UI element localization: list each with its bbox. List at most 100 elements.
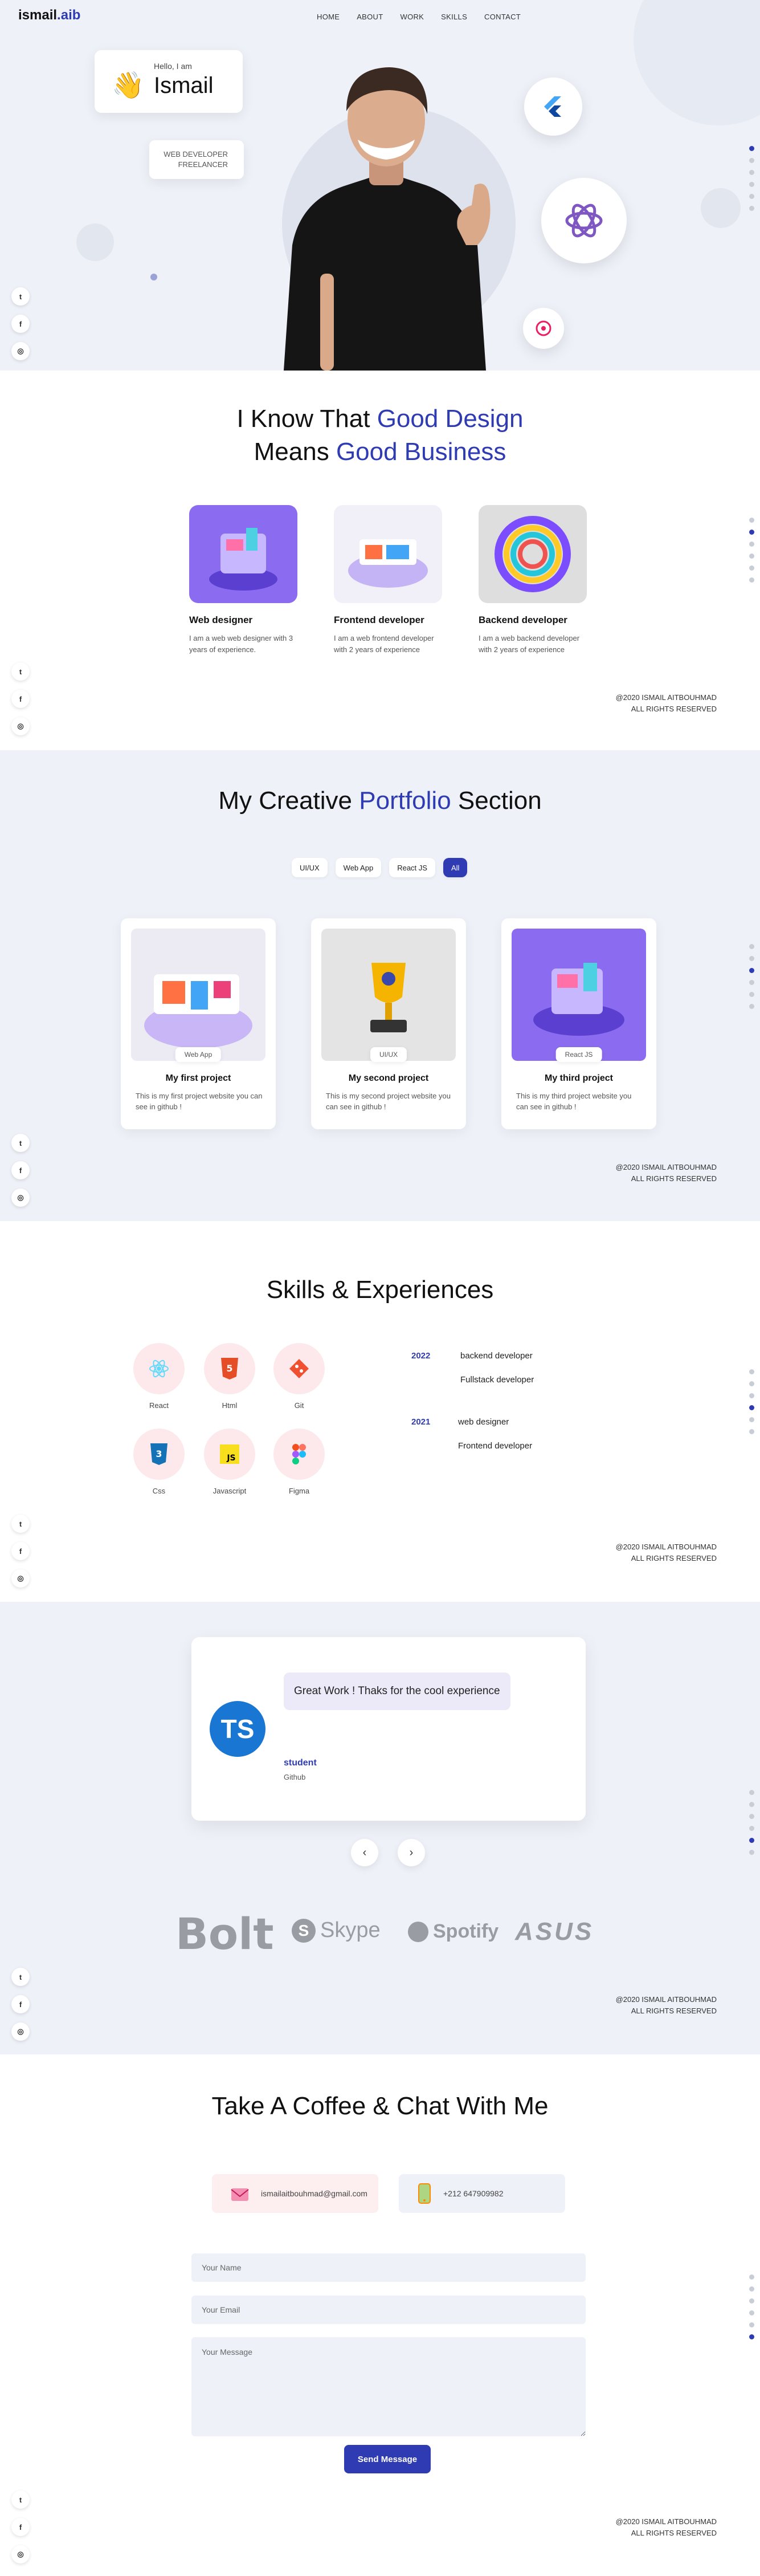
nav-dot[interactable] (749, 1802, 754, 1807)
facebook-icon[interactable]: f (11, 1542, 30, 1560)
nav-about[interactable]: ABOUT (357, 13, 383, 21)
navbar: ismail.aib HOME ABOUT WORK SKILLS CONTAC… (0, 0, 760, 34)
instagram-icon[interactable]: ◎ (11, 2022, 30, 2041)
filter-reactjs[interactable]: React JS (389, 858, 435, 877)
nav-dot[interactable] (749, 2322, 754, 2327)
filter-all[interactable]: All (443, 858, 468, 877)
project-card[interactable]: Web App My first project This is my firs… (121, 918, 276, 1129)
email-card[interactable]: ismailaitbouhmad@gmail.com (212, 2174, 378, 2213)
twitter-icon[interactable]: t (11, 1134, 30, 1152)
nav-dot[interactable] (749, 1790, 754, 1795)
nav-skills[interactable]: SKILLS (441, 13, 467, 21)
nav-dot[interactable] (749, 170, 754, 175)
send-message-button[interactable]: Send Message (344, 2445, 431, 2473)
twitter-icon[interactable]: t (11, 1968, 30, 1986)
logo[interactable]: ismail.aib (18, 7, 80, 23)
nav-dot[interactable] (749, 2298, 754, 2304)
copyright: @2020 ISMAIL AITBOUHMAD ALL RIGHTS RESER… (616, 1994, 717, 2017)
facebook-icon[interactable]: f (11, 315, 30, 333)
facebook-icon[interactable]: f (11, 690, 30, 708)
nav-dot[interactable] (749, 1826, 754, 1831)
project-card[interactable]: React JS My third project This is my thi… (501, 918, 656, 1129)
testimonials-section: Great Work ! Thaks for the cool experien… (0, 1602, 760, 2054)
nav-dot[interactable] (749, 554, 754, 559)
skills-title: Skills & Experiences (266, 1276, 494, 1304)
copyright-line: ALL RIGHTS RESERVED (631, 2007, 717, 2015)
nav-dot[interactable] (749, 206, 754, 211)
twitter-icon[interactable]: t (11, 662, 30, 681)
timeline-item: Fullstack developer (460, 1375, 534, 1385)
skype-logo: S Skype (292, 1918, 381, 1943)
email-field[interactable] (191, 2296, 586, 2324)
title-text: I Know That (236, 405, 377, 433)
filter-webapp[interactable]: Web App (335, 858, 382, 877)
facebook-icon[interactable]: f (11, 2518, 30, 2536)
nav-dot[interactable] (749, 1381, 754, 1386)
nav-dot[interactable] (749, 577, 754, 583)
social-links: t f ◎ (11, 287, 30, 360)
nav-dot[interactable] (749, 1393, 754, 1398)
nav-dot[interactable] (749, 956, 754, 961)
skill-item: 5 Html (204, 1343, 255, 1410)
copyright-line: ALL RIGHTS RESERVED (631, 1554, 717, 1562)
filter-uiux[interactable]: UI/UX (292, 858, 328, 877)
nav-dot[interactable] (749, 146, 754, 151)
next-arrow-icon[interactable]: › (398, 1839, 425, 1866)
nav-dot[interactable] (749, 565, 754, 571)
nav-dot[interactable] (749, 1838, 754, 1843)
instagram-icon[interactable]: ◎ (11, 717, 30, 735)
nav-dot[interactable] (749, 1405, 754, 1410)
nav-dot[interactable] (749, 194, 754, 199)
nav-dot[interactable] (749, 182, 754, 187)
nav-dot[interactable] (749, 2286, 754, 2292)
nav-dot[interactable] (749, 1850, 754, 1855)
nav-dot[interactable] (749, 2310, 754, 2315)
project-image (131, 929, 265, 1061)
spotify-logo: Spotify (408, 1920, 499, 1943)
skill-item: React (133, 1343, 185, 1410)
nav-dot[interactable] (749, 1369, 754, 1374)
instagram-icon[interactable]: ◎ (11, 342, 30, 360)
message-field[interactable] (191, 2337, 586, 2436)
nav-dot[interactable] (749, 518, 754, 523)
nav-dot[interactable] (749, 980, 754, 985)
name-field[interactable] (191, 2253, 586, 2282)
project-image (321, 929, 456, 1061)
twitter-icon[interactable]: t (11, 1515, 30, 1533)
nav-work[interactable]: WORK (401, 13, 424, 21)
instagram-icon[interactable]: ◎ (11, 2545, 30, 2563)
phone-card[interactable]: +212 647909982 (399, 2174, 565, 2213)
hello-card: 👋 Hello, I am Ismail (95, 50, 243, 113)
social-links: t f ◎ (11, 1134, 30, 1207)
nav-dot[interactable] (749, 542, 754, 547)
copyright: @2020 ISMAIL AITBOUHMAD ALL RIGHTS RESER… (616, 692, 717, 715)
twitter-icon[interactable]: t (11, 2490, 30, 2509)
title-accent: Good Business (336, 438, 506, 466)
skill-item: 3 Css (133, 1429, 185, 1495)
nav-dot[interactable] (749, 1814, 754, 1819)
facebook-icon[interactable]: f (11, 1161, 30, 1179)
nav-home[interactable]: HOME (317, 13, 340, 21)
nav-dot[interactable] (749, 1429, 754, 1434)
timeline-year: 2021 (411, 1417, 431, 1427)
instagram-icon[interactable]: ◎ (11, 1189, 30, 1207)
nav-dot[interactable] (749, 2334, 754, 2339)
nav-dot[interactable] (749, 1417, 754, 1422)
project-card[interactable]: UI/UX My second project This is my secon… (311, 918, 466, 1129)
twitter-icon[interactable]: t (11, 287, 30, 306)
nav-dot[interactable] (749, 944, 754, 949)
decor-circle (701, 188, 741, 228)
section-dots (749, 1369, 754, 1434)
nav-dot[interactable] (749, 2274, 754, 2280)
project-title: My third project (544, 1073, 613, 1083)
redux-icon (541, 178, 627, 263)
nav-contact[interactable]: CONTACT (484, 13, 521, 21)
nav-dot[interactable] (749, 158, 754, 163)
nav-dot[interactable] (749, 1004, 754, 1009)
instagram-icon[interactable]: ◎ (11, 1569, 30, 1588)
prev-arrow-icon[interactable]: ‹ (351, 1839, 378, 1866)
facebook-icon[interactable]: f (11, 1995, 30, 2013)
nav-dot[interactable] (749, 530, 754, 535)
nav-dot[interactable] (749, 992, 754, 997)
nav-dot[interactable] (749, 968, 754, 973)
